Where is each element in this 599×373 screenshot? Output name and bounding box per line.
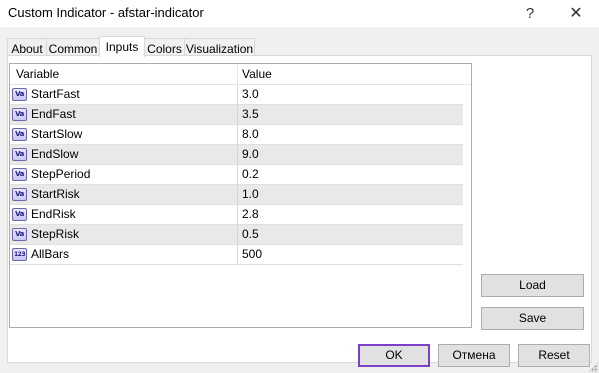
variable-value[interactable]: 3.0 xyxy=(242,85,259,104)
variable-icon: Va xyxy=(12,148,27,161)
load-button[interactable]: Load xyxy=(481,274,584,297)
variable-name: EndFast xyxy=(31,107,76,121)
inputs-grid: Variable Value Va StartFast 3.0 Va EndFa… xyxy=(9,63,472,328)
dialog-client-area: About Common Inputs Colors Visualization… xyxy=(0,27,599,373)
tab-visualization[interactable]: Visualization xyxy=(184,38,255,56)
help-button[interactable]: ? xyxy=(512,1,548,25)
variable-icon: Va xyxy=(12,128,27,141)
column-header-value[interactable]: Value xyxy=(242,64,272,84)
close-button[interactable]: ✕ xyxy=(558,1,594,25)
ok-button[interactable]: OK xyxy=(358,344,430,367)
variable-icon: Va xyxy=(12,88,27,101)
variable-name: EndRisk xyxy=(31,207,76,221)
column-divider[interactable] xyxy=(237,64,238,84)
variable-name: StepRisk xyxy=(31,227,80,241)
integer-icon: 123 xyxy=(12,248,27,261)
tab-colors[interactable]: Colors xyxy=(144,38,185,56)
cell-divider xyxy=(237,125,238,144)
cell-divider xyxy=(237,145,238,164)
cell-divider xyxy=(237,165,238,184)
cell-divider xyxy=(237,225,238,244)
variable-value[interactable]: 1.0 xyxy=(242,185,259,204)
reset-button[interactable]: Reset xyxy=(518,344,590,367)
table-row[interactable]: Va StepRisk 0.5 xyxy=(10,225,463,245)
variable-icon: Va xyxy=(12,168,27,181)
cell-divider xyxy=(237,185,238,204)
variable-name: StartFast xyxy=(31,87,80,101)
variable-icon: Va xyxy=(12,228,27,241)
table-row[interactable]: Va EndFast 3.5 xyxy=(10,105,463,125)
variable-value[interactable]: 9.0 xyxy=(242,145,259,164)
cell-divider xyxy=(237,105,238,124)
variable-name: EndSlow xyxy=(31,147,79,161)
variable-value[interactable]: 3.5 xyxy=(242,105,259,124)
variable-icon: Va xyxy=(12,208,27,221)
variable-icon: Va xyxy=(12,108,27,121)
tab-common[interactable]: Common xyxy=(46,38,100,56)
column-header-variable[interactable]: Variable xyxy=(16,64,59,84)
table-row[interactable]: Va StepPeriod 0.2 xyxy=(10,165,463,185)
table-row[interactable]: Va EndRisk 2.8 xyxy=(10,205,463,225)
tab-about[interactable]: About xyxy=(7,38,47,56)
variable-value[interactable]: 8.0 xyxy=(242,125,259,144)
variable-icon: Va xyxy=(12,188,27,201)
table-row[interactable]: 123 AllBars 500 xyxy=(10,245,463,265)
tab-inputs[interactable]: Inputs xyxy=(99,36,145,57)
variable-value[interactable]: 0.5 xyxy=(242,225,259,244)
table-row[interactable]: Va StartFast 3.0 xyxy=(10,85,463,105)
cell-divider xyxy=(237,85,238,104)
variable-value[interactable]: 2.8 xyxy=(242,205,259,224)
title-bar: Custom Indicator - afstar-indicator ? ✕ xyxy=(0,0,599,27)
variable-value[interactable]: 0.2 xyxy=(242,165,259,184)
variable-value[interactable]: 500 xyxy=(242,245,262,264)
save-button[interactable]: Save xyxy=(481,307,584,330)
variable-name: StartSlow xyxy=(31,127,83,141)
variable-name: StepPeriod xyxy=(31,167,91,181)
cancel-button[interactable]: Отмена xyxy=(438,344,510,367)
grid-header: Variable Value xyxy=(10,64,471,85)
table-row[interactable]: Va EndSlow 9.0 xyxy=(10,145,463,165)
variable-name: StartRisk xyxy=(31,187,80,201)
cell-divider xyxy=(237,205,238,224)
window-title: Custom Indicator - afstar-indicator xyxy=(8,5,204,20)
cell-divider xyxy=(237,245,238,264)
variable-name: AllBars xyxy=(31,247,70,261)
table-row[interactable]: Va StartRisk 1.0 xyxy=(10,185,463,205)
table-row[interactable]: Va StartSlow 8.0 xyxy=(10,125,463,145)
